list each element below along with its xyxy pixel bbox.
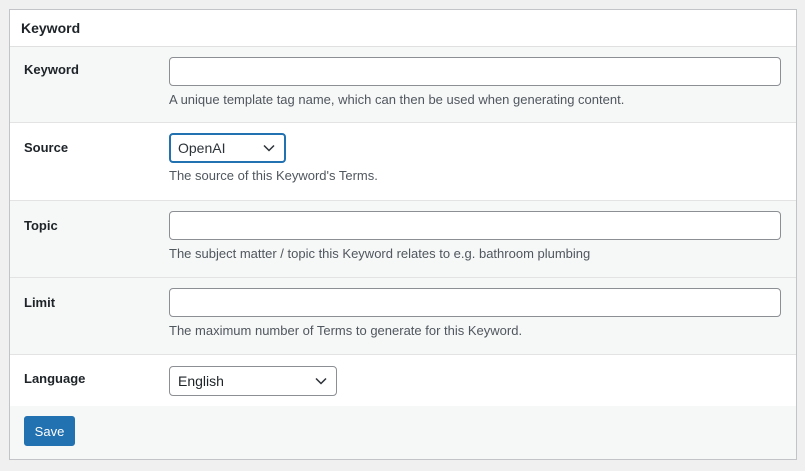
source-label: Source xyxy=(24,140,69,155)
topic-field-group: The subject matter / topic this Keyword … xyxy=(169,211,781,261)
language-row: Language English xyxy=(10,355,796,407)
topic-row: Topic The subject matter / topic this Ke… xyxy=(10,201,796,278)
source-description: The source of this Keyword's Terms. xyxy=(169,168,378,183)
topic-input[interactable] xyxy=(169,211,781,240)
save-button[interactable]: Save xyxy=(24,416,75,446)
source-field-group: OpenAI The source of this Keyword's Term… xyxy=(169,133,378,183)
panel-title: Keyword xyxy=(10,10,796,47)
form-footer: Save xyxy=(10,406,796,459)
language-field-group: English xyxy=(169,366,337,396)
limit-description: The maximum number of Terms to generate … xyxy=(169,323,523,338)
language-select[interactable]: English xyxy=(169,366,337,396)
keyword-input[interactable] xyxy=(169,57,781,86)
limit-field-group: The maximum number of Terms to generate … xyxy=(169,288,781,338)
chevron-down-icon xyxy=(263,144,275,152)
topic-description: The subject matter / topic this Keyword … xyxy=(169,246,591,261)
language-label: Language xyxy=(24,371,86,386)
keyword-label: Keyword xyxy=(24,62,79,77)
limit-label: Limit xyxy=(24,295,56,310)
limit-row: Limit The maximum number of Terms to gen… xyxy=(10,278,796,355)
topic-label: Topic xyxy=(24,218,58,233)
source-select[interactable]: OpenAI xyxy=(169,133,286,163)
chevron-down-icon xyxy=(315,377,327,385)
language-selected-value: English xyxy=(178,373,224,389)
keyword-field-group: A unique template tag name, which can th… xyxy=(169,57,781,107)
keyword-settings-panel: Keyword Keyword A unique template tag na… xyxy=(9,9,797,460)
keyword-row: Keyword A unique template tag name, whic… xyxy=(10,47,796,123)
source-selected-value: OpenAI xyxy=(178,140,226,156)
source-row: Source OpenAI The source of this Keyword… xyxy=(10,123,796,201)
keyword-description: A unique template tag name, which can th… xyxy=(169,92,625,107)
limit-input[interactable] xyxy=(169,288,781,317)
